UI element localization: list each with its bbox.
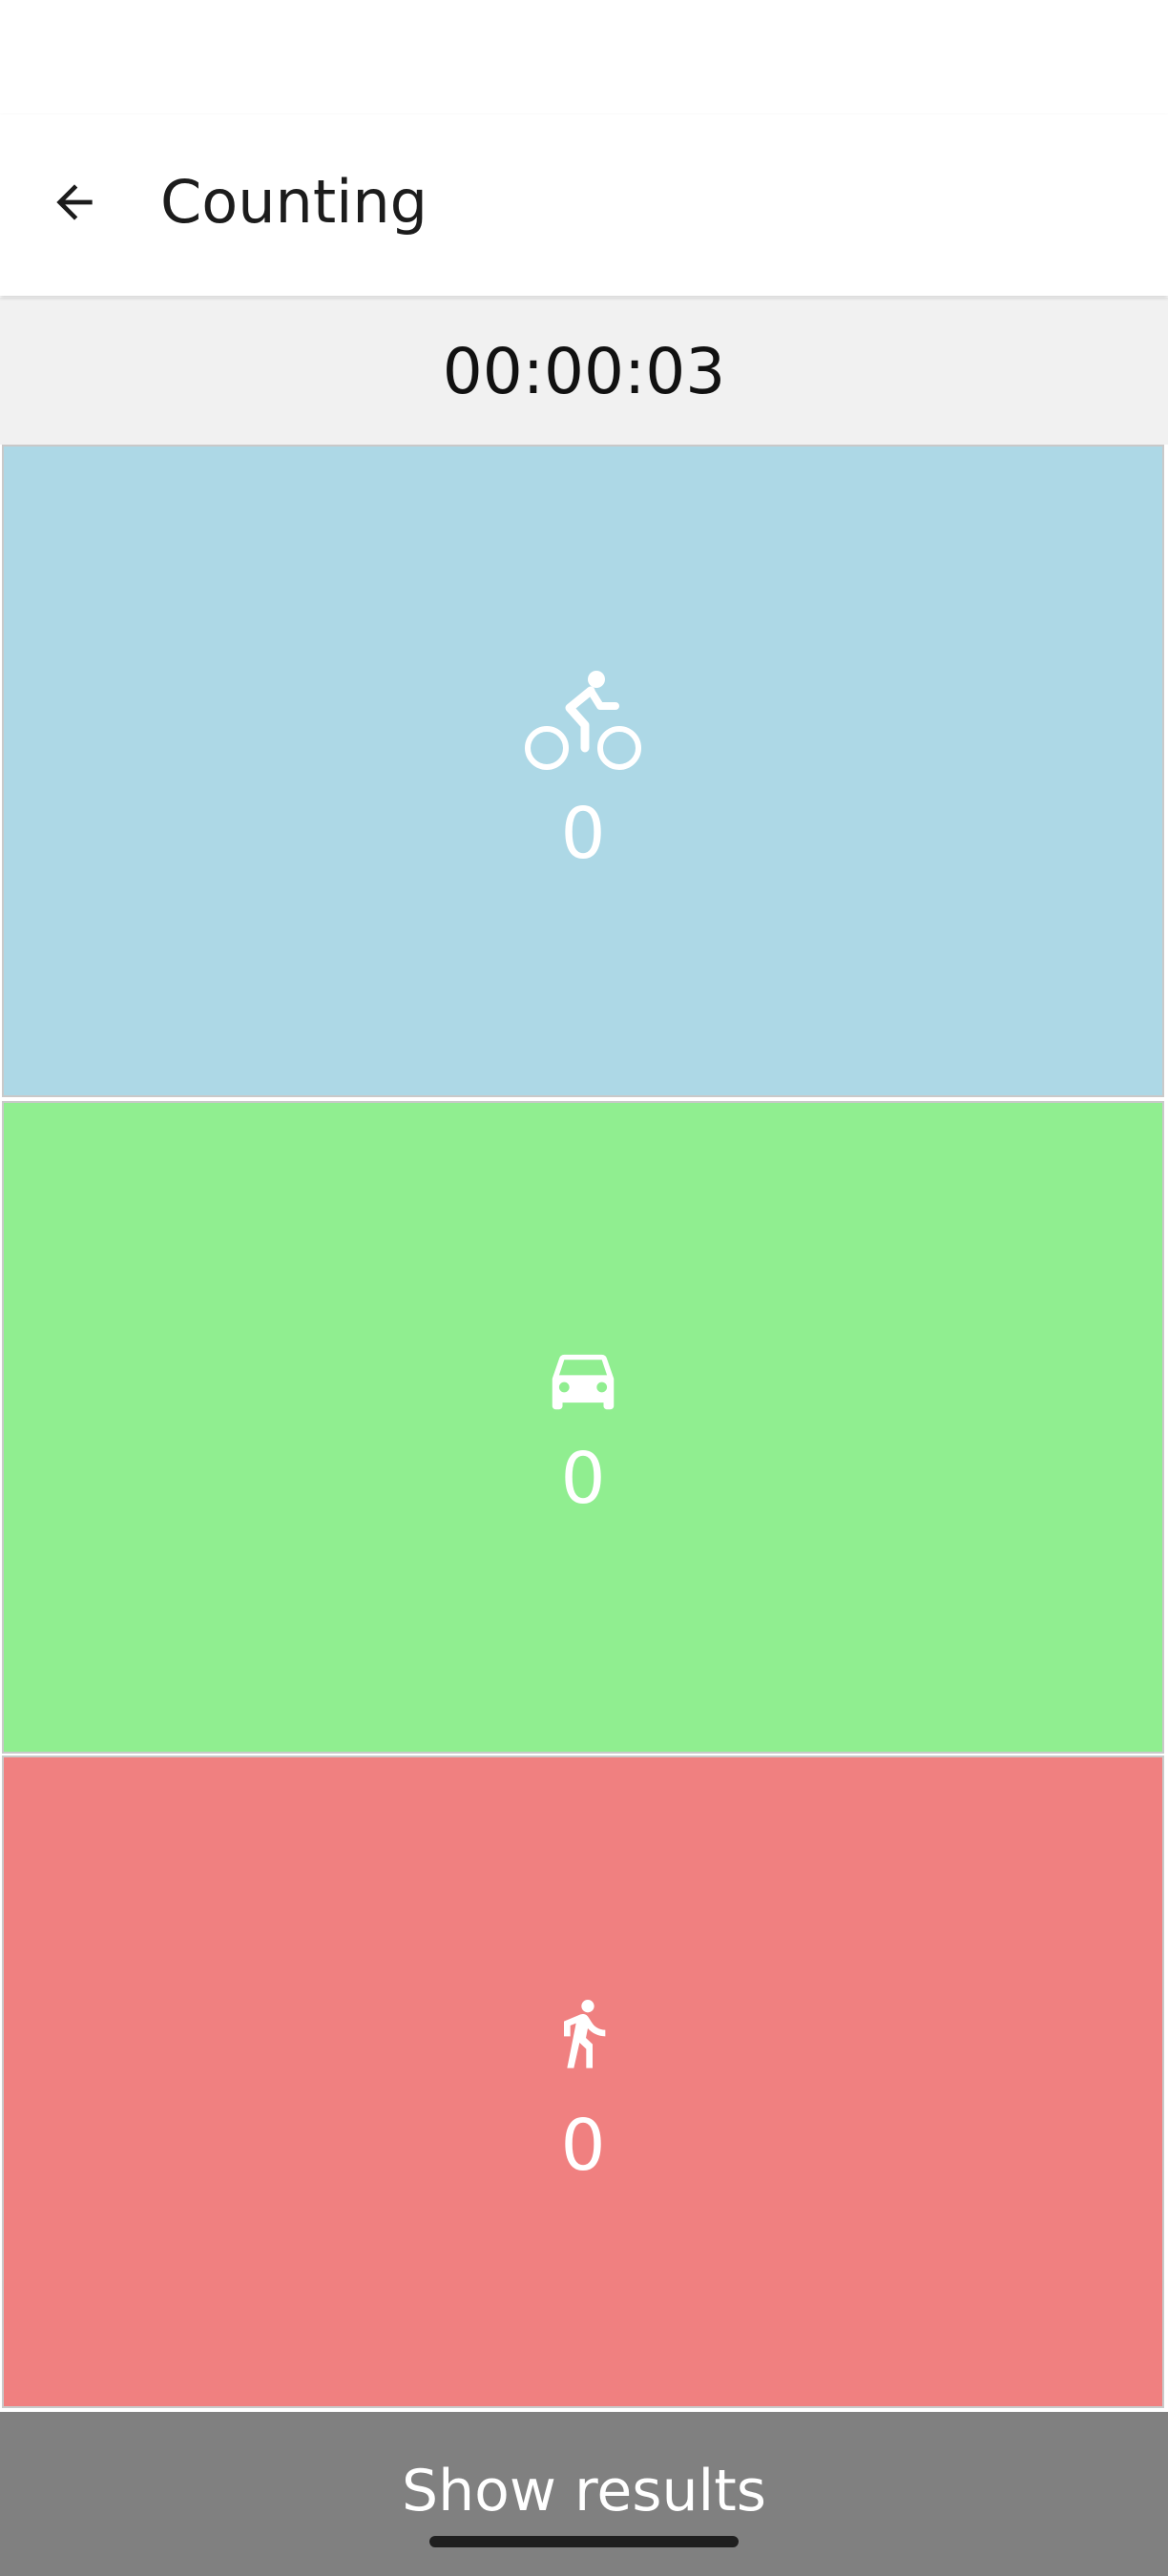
car-icon xyxy=(537,1338,629,1420)
back-button[interactable] xyxy=(38,166,111,239)
pedestrian-count: 0 xyxy=(560,2105,606,2187)
status-bar xyxy=(0,0,1168,114)
bicycle-icon xyxy=(524,670,642,775)
car-counter-button[interactable]: 0 xyxy=(2,1101,1164,1754)
pedestrian-icon xyxy=(545,1980,621,2087)
home-indicator xyxy=(429,2536,739,2547)
arrow-left-icon xyxy=(56,184,93,220)
app-bar: Counting xyxy=(0,114,1168,296)
timer-bar: 00:00:03 xyxy=(0,298,1168,445)
show-results-label: Show results xyxy=(402,2458,766,2524)
car-count: 0 xyxy=(560,1438,606,1520)
page-title: Counting xyxy=(160,167,428,237)
bicycle-counter-button[interactable]: 0 xyxy=(2,445,1164,1097)
pedestrian-counter-button[interactable]: 0 xyxy=(2,1755,1164,2408)
show-results-button[interactable]: Show results xyxy=(0,2412,1168,2576)
bicycle-count: 0 xyxy=(560,793,606,875)
elapsed-timer: 00:00:03 xyxy=(442,334,726,408)
